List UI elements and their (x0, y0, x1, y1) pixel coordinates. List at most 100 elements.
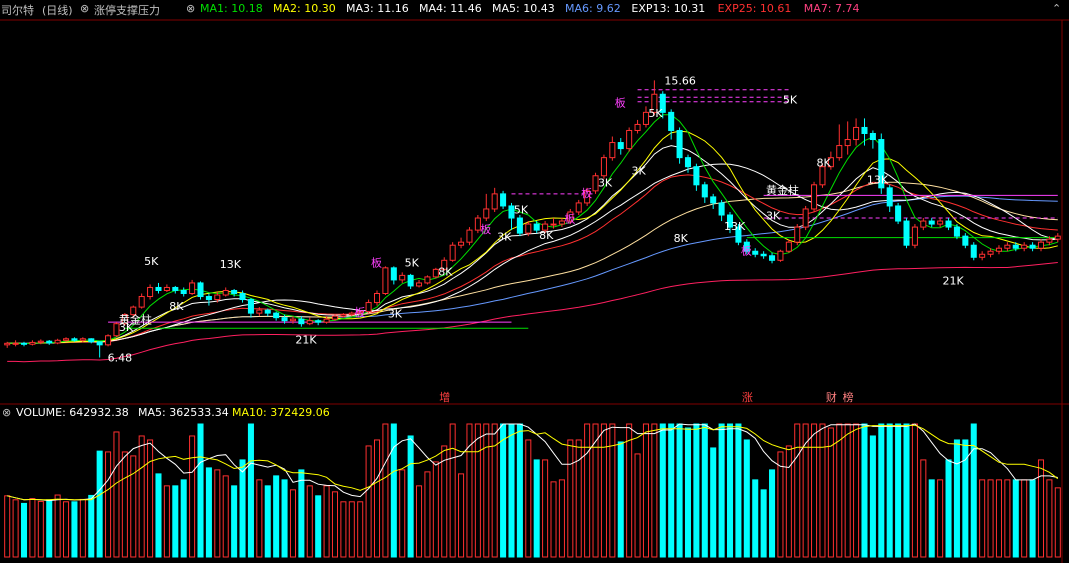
candle-body (811, 184, 818, 210)
candle-body (500, 193, 507, 207)
volume-bar (558, 479, 565, 558)
candle-body (172, 286, 179, 291)
volume-bar (844, 423, 851, 558)
candle-body (794, 226, 801, 243)
candle-body (634, 123, 641, 131)
candle-body (802, 208, 809, 228)
candle-body (617, 142, 624, 150)
volume-bar (869, 435, 876, 558)
volume-bar (458, 473, 465, 558)
volume-bar (340, 501, 347, 558)
candle-body (63, 338, 70, 341)
volume-bar (500, 423, 507, 558)
candle-body (718, 202, 725, 216)
volume-bar (273, 475, 280, 558)
candle-body (995, 247, 1002, 252)
annotation-label: 板 (564, 212, 575, 226)
annotation-label: 21K (943, 274, 965, 287)
candle-body (4, 342, 11, 346)
candle-body (1037, 241, 1045, 249)
candle-body (945, 220, 952, 228)
candle-body (466, 229, 473, 243)
candle-body (710, 196, 717, 204)
candle-body (777, 250, 784, 261)
volume-bar (298, 469, 305, 558)
candle-body (458, 241, 465, 246)
candle-body (163, 286, 170, 291)
candle-body (105, 335, 112, 346)
candle-body (29, 341, 36, 345)
volume-bar (289, 489, 296, 558)
ma3-line (7, 163, 1058, 345)
volume-bar (853, 423, 860, 558)
candle-body (1004, 244, 1011, 249)
annotation-label: 21K (295, 333, 317, 346)
volume-bar (794, 423, 801, 558)
candle-body (214, 294, 221, 301)
high-price-label: 15.66 (664, 74, 696, 87)
candle-body (189, 282, 196, 295)
volume-bar (474, 423, 481, 558)
candle-body (222, 289, 229, 296)
volume-bar (365, 445, 372, 558)
volume-bar (247, 423, 254, 558)
volume-bar (1012, 479, 1019, 558)
annotation-label: 板 (581, 186, 592, 200)
volume-bar (172, 485, 179, 558)
event-marker: 增 (439, 390, 450, 404)
volume-bar (264, 485, 271, 558)
candle-body (298, 318, 305, 325)
volume-bar (1029, 479, 1036, 558)
volume-bar (684, 427, 692, 558)
volume-bar (432, 461, 439, 558)
volume-bar (827, 427, 834, 558)
annotation-label: 13K (724, 220, 746, 233)
candle-body (1046, 238, 1053, 243)
candle-body (886, 187, 893, 207)
volume-bar (306, 485, 313, 558)
volume-bar (979, 479, 986, 558)
volume-bar (214, 469, 221, 558)
candle-body (836, 145, 843, 159)
event-marker: 榜 (843, 390, 854, 404)
volume-bar (769, 469, 776, 558)
annotation-label: 板 (741, 243, 752, 257)
candle-body (760, 253, 767, 257)
candle-body (1012, 244, 1019, 249)
volume-bar (752, 479, 759, 558)
annotation-label: 3K (497, 231, 512, 244)
volume-bar (777, 451, 784, 558)
volume-bar (29, 498, 36, 558)
volume-bar (970, 423, 977, 558)
volume-bar (987, 479, 994, 558)
candle-body (416, 282, 423, 287)
volume-bar (407, 435, 414, 558)
volume-bar (1004, 479, 1011, 558)
candle-body (239, 293, 246, 301)
volume-bar (96, 450, 103, 558)
volume-bar (63, 501, 70, 558)
volume-bar (735, 423, 742, 558)
annotation-label: 13K (220, 258, 242, 271)
volume-bar (1054, 487, 1061, 558)
volume-bar (231, 485, 238, 558)
volume-bar (550, 481, 557, 558)
volume-bar (701, 423, 708, 558)
volume-bar (130, 455, 137, 558)
candlestick-chart[interactable]: 15.666.485K3K8K13K21K黄金柱板板 5K8K3K3K5K板 8K板… (0, 0, 1069, 563)
volume-bar (617, 441, 624, 558)
volume-bar (836, 423, 843, 558)
annotation-label: 5K (783, 93, 798, 106)
volume-bar (441, 445, 448, 558)
candle-body (46, 340, 53, 344)
volume-bar (600, 423, 607, 558)
candle-body (273, 312, 280, 319)
volume-bar (1037, 459, 1045, 558)
candle-body (684, 157, 692, 168)
candle-body (668, 111, 675, 131)
volume-bar (609, 423, 616, 558)
annotation-label: 板 (615, 95, 626, 109)
annotation-label: 板 (371, 255, 382, 269)
volume-bar (491, 423, 498, 558)
annotation-label: 5K (514, 204, 529, 217)
